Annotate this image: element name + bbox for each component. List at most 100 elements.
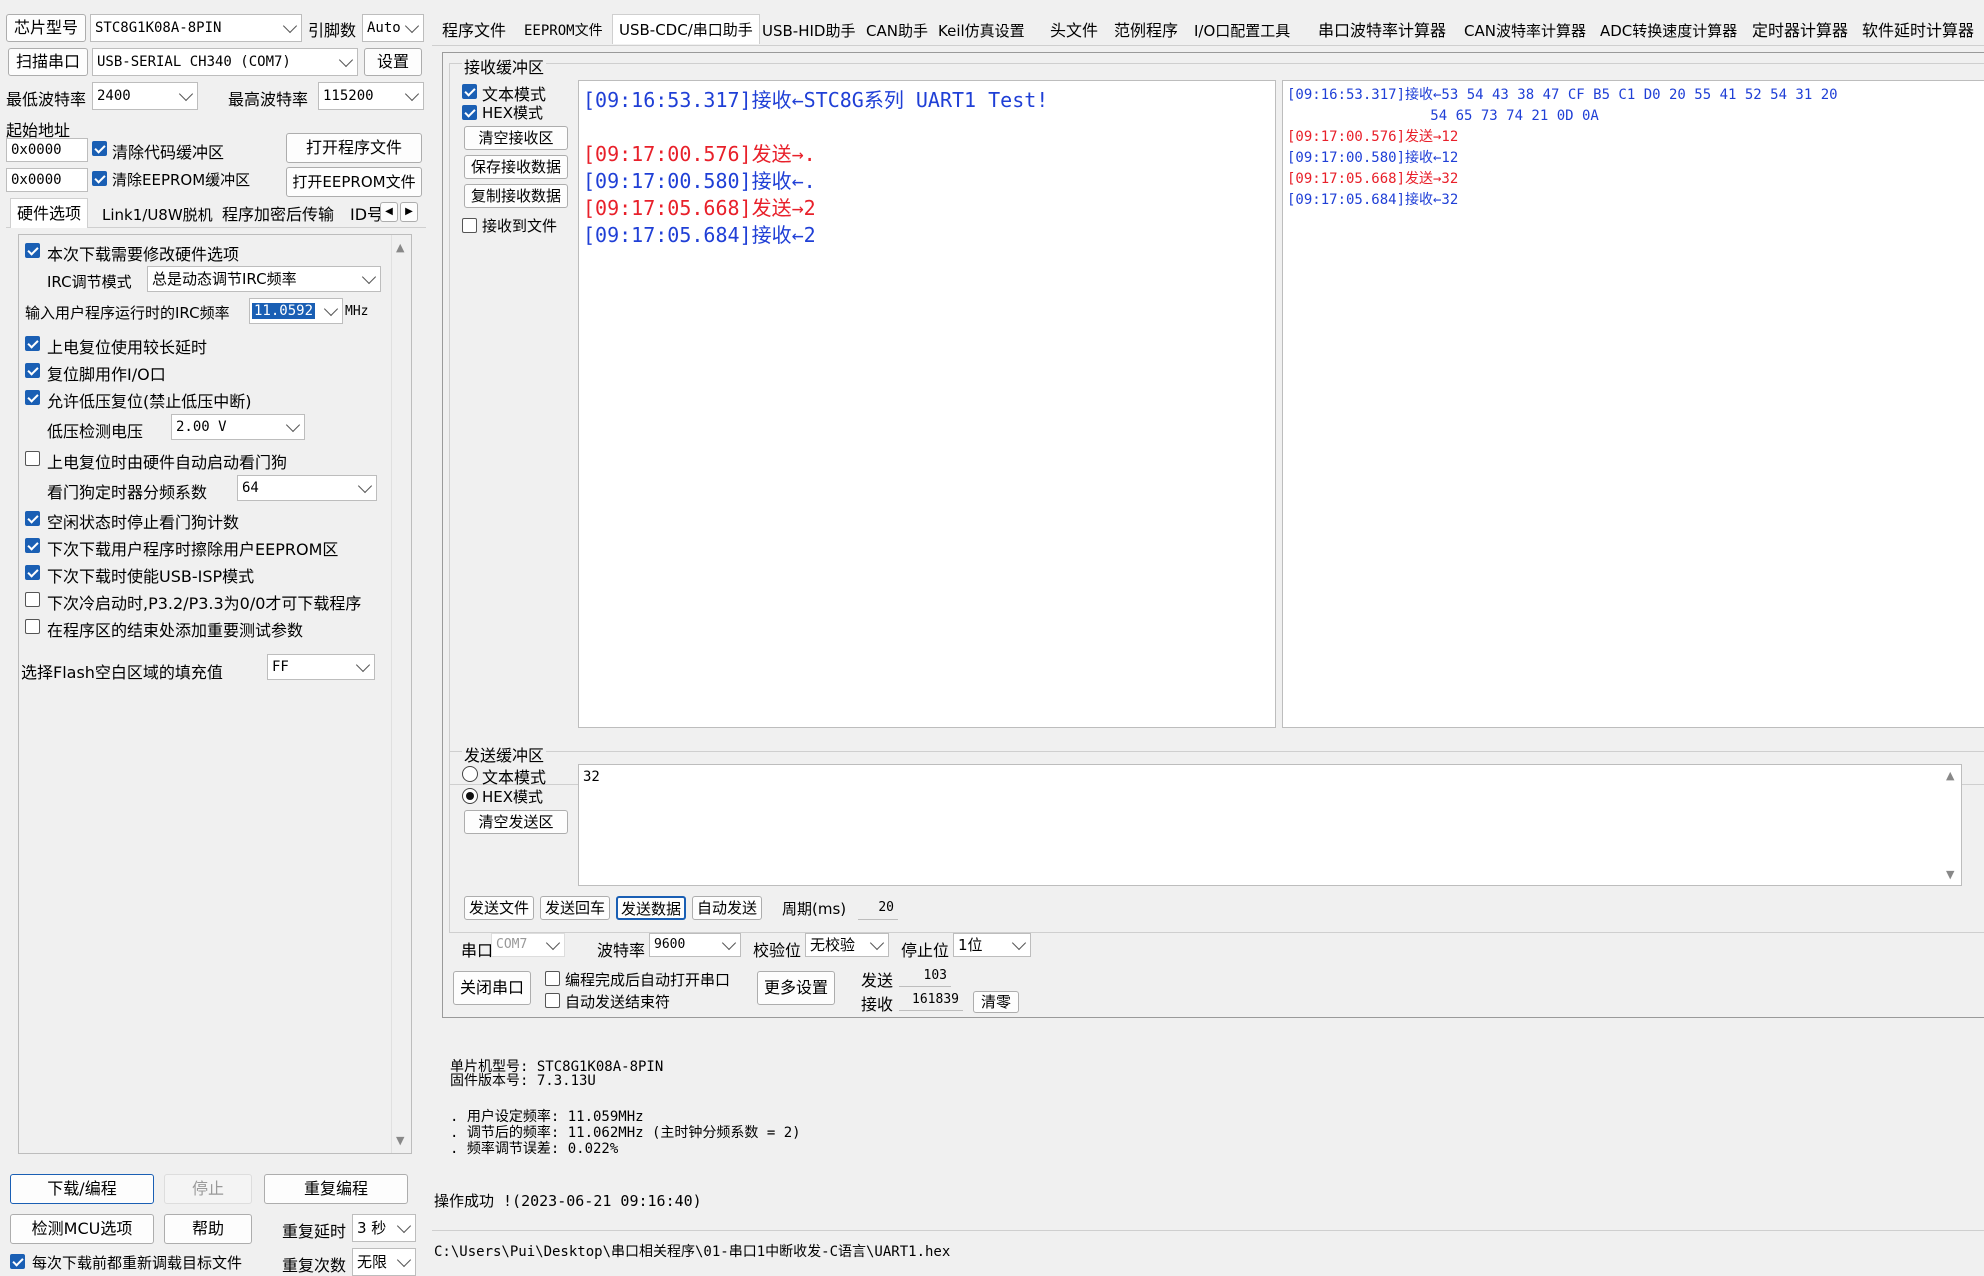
settings-button[interactable]: 设置 (364, 48, 422, 76)
receive-hex-view[interactable]: [09:16:53.317]接收←53 54 43 38 47 CF B5 C1… (1282, 80, 1984, 728)
send-scrollbar[interactable]: ▲ ▼ (1942, 765, 1961, 885)
rx-hex-line: [09:16:53.317]接收←53 54 43 38 47 CF B5 C1… (1287, 87, 1838, 103)
tab-usb-cdc-serial[interactable]: USB-CDC/串口助手 (612, 14, 760, 44)
low-volt-reset-checkbox[interactable] (25, 390, 40, 405)
min-baud-select[interactable]: 2400 (92, 82, 198, 110)
chevron-down-icon (869, 935, 885, 951)
tab-keil-debug[interactable]: Keil仿真设置 (932, 16, 1031, 46)
save-receive-button[interactable]: 保存接收数据 (464, 155, 568, 179)
tab-usb-hid[interactable]: USB-HID助手 (756, 16, 861, 46)
options-scrollbar[interactable]: ▲ ▼ (391, 235, 411, 1153)
long-delay-label: 上电复位使用较长延时 (47, 338, 208, 357)
reprogram-button[interactable]: 重复编程 (264, 1174, 408, 1204)
open-program-button[interactable]: 打开程序文件 (286, 133, 422, 163)
clear-receive-button[interactable]: 清空接收区 (464, 126, 568, 150)
baud-rate-select[interactable]: 9600 (649, 933, 741, 957)
irc-freq-select[interactable]: 11.0592 (249, 298, 343, 324)
tab-scroll-right-icon[interactable]: ▶ (400, 202, 418, 222)
long-delay-checkbox[interactable] (25, 336, 40, 351)
parity-select[interactable]: 无校验 (805, 933, 889, 957)
chip-type-select[interactable]: STC8G1K08A-8PIN (90, 14, 302, 42)
reload-file-checkbox[interactable] (10, 1254, 25, 1269)
tab-can-assistant[interactable]: CAN助手 (860, 16, 934, 46)
auto-send-button[interactable]: 自动发送 (692, 896, 762, 920)
port-select[interactable]: USB-SERIAL CH340 (COM7) (92, 48, 358, 76)
help-button[interactable]: 帮助 (164, 1214, 252, 1244)
check-mcu-button[interactable]: 检测MCU选项 (10, 1214, 154, 1244)
reset-io-checkbox[interactable] (25, 363, 40, 378)
scroll-down-icon[interactable]: ▼ (396, 1134, 404, 1147)
pins-select[interactable]: Auto (362, 14, 424, 42)
idle-stop-wdt-label: 空闲状态时停止看门狗计数 (47, 513, 240, 532)
tab-can-baud-calc[interactable]: CAN波特率计算器 (1458, 16, 1592, 46)
tab-uart-baud-calc[interactable]: 串口波特率计算器 (1312, 16, 1452, 46)
code-address-input[interactable]: 0x0000 (6, 138, 88, 162)
open-eeprom-button[interactable]: 打开EEPROM文件 (286, 167, 422, 197)
tab-eeprom-file[interactable]: EEPROM文件 (518, 16, 609, 46)
chevron-down-icon (404, 86, 420, 102)
cold-boot-label: 下次冷启动时,P3.2/P3.3为0/0才可下载程序 (47, 594, 362, 613)
tab-timer-calc[interactable]: 定时器计算器 (1746, 16, 1854, 46)
receive-text-view[interactable]: [09:16:53.317]接收←STC8G系列 UART1 Test! [09… (578, 80, 1276, 728)
repeat-delay-select[interactable]: 3 秒 (352, 1214, 416, 1242)
rx-text-line: [09:17:05.684]接收←2 (583, 223, 816, 247)
scroll-up-icon[interactable]: ▲ (396, 241, 404, 254)
scroll-up-icon[interactable]: ▲ (1946, 769, 1954, 782)
clear-count-button[interactable]: 清零 (973, 991, 1019, 1013)
tab-io-config[interactable]: I/O口配置工具 (1188, 16, 1296, 46)
rx-text-line (583, 114, 1275, 141)
period-input[interactable]: 20 (858, 898, 898, 920)
clear-eeprom-checkbox[interactable] (92, 171, 107, 186)
rx-hex-mode-checkbox[interactable] (462, 105, 477, 120)
tab-hardware-options[interactable]: 硬件选项 (10, 198, 89, 228)
tab-adc-speed-calc[interactable]: ADC转换速度计算器 (1594, 16, 1743, 46)
usb-isp-checkbox[interactable] (25, 565, 40, 580)
tab-scroll-left-icon[interactable]: ◀ (380, 202, 398, 222)
clear-code-checkbox[interactable] (92, 141, 107, 156)
wdt-div-select[interactable]: 64 (237, 475, 377, 501)
watchdog-auto-checkbox[interactable] (25, 451, 40, 466)
repeat-count-select[interactable]: 无限 (352, 1248, 416, 1276)
reload-file-label: 每次下载前都重新调载目标文件 (32, 1254, 243, 1272)
add-test-params-checkbox[interactable] (25, 619, 40, 634)
scan-port-button[interactable]: 扫描串口 (8, 48, 88, 76)
auto-end-char-checkbox[interactable] (545, 993, 560, 1008)
idle-stop-wdt-checkbox[interactable] (25, 511, 40, 526)
eeprom-address-input[interactable]: 0x0000 (6, 168, 88, 192)
send-text-area[interactable]: 32 (578, 764, 1962, 886)
tx-text-mode-radio[interactable] (462, 766, 478, 782)
cold-boot-checkbox[interactable] (25, 592, 40, 607)
tab-header-file[interactable]: 头文件 (1044, 16, 1104, 46)
tab-examples[interactable]: 范例程序 (1108, 16, 1184, 46)
clear-send-button[interactable]: 清空发送区 (464, 810, 568, 834)
modify-hw-checkbox[interactable] (25, 243, 40, 258)
low-volt-select[interactable]: 2.00 V (171, 414, 305, 440)
more-settings-button[interactable]: 更多设置 (757, 971, 835, 1005)
copy-receive-button[interactable]: 复制接收数据 (464, 184, 568, 208)
chevron-down-icon (323, 301, 339, 317)
scroll-down-icon[interactable]: ▼ (1946, 868, 1954, 881)
stop-button[interactable]: 停止 (164, 1174, 252, 1204)
stop-bits-select[interactable]: 1位 (953, 933, 1031, 957)
send-file-button[interactable]: 发送文件 (464, 896, 534, 920)
serial-port-select[interactable]: COM7 (491, 933, 565, 957)
tab-encrypted-transfer[interactable]: 程序加密后传输 (216, 200, 340, 230)
tab-link1-offline[interactable]: Link1/U8W脱机 (96, 200, 219, 230)
send-enter-button[interactable]: 发送回车 (540, 896, 610, 920)
irc-mode-select[interactable]: 总是动态调节IRC频率 (147, 266, 381, 292)
max-baud-select[interactable]: 115200 (318, 82, 424, 110)
erase-eeprom-checkbox[interactable] (25, 538, 40, 553)
chip-type-label: 芯片型号 (6, 14, 86, 42)
rx-text-mode-checkbox[interactable] (462, 84, 477, 99)
auto-open-port-checkbox[interactable] (545, 971, 560, 986)
tab-delay-calc[interactable]: 软件延时计算器 (1856, 16, 1980, 46)
tx-hex-mode-radio[interactable] (462, 788, 478, 804)
send-data-button[interactable]: 发送数据 (616, 896, 686, 920)
download-program-button[interactable]: 下载/编程 (10, 1174, 154, 1204)
pins-label: 引脚数 (308, 21, 357, 40)
close-port-button[interactable]: 关闭串口 (453, 971, 531, 1005)
flash-fill-select[interactable]: FF (267, 654, 375, 680)
info-line: . 频率调节误差: 0.022% (450, 1141, 619, 1157)
receive-to-file-checkbox[interactable] (462, 218, 477, 233)
tab-program-file[interactable]: 程序文件 (436, 16, 512, 46)
